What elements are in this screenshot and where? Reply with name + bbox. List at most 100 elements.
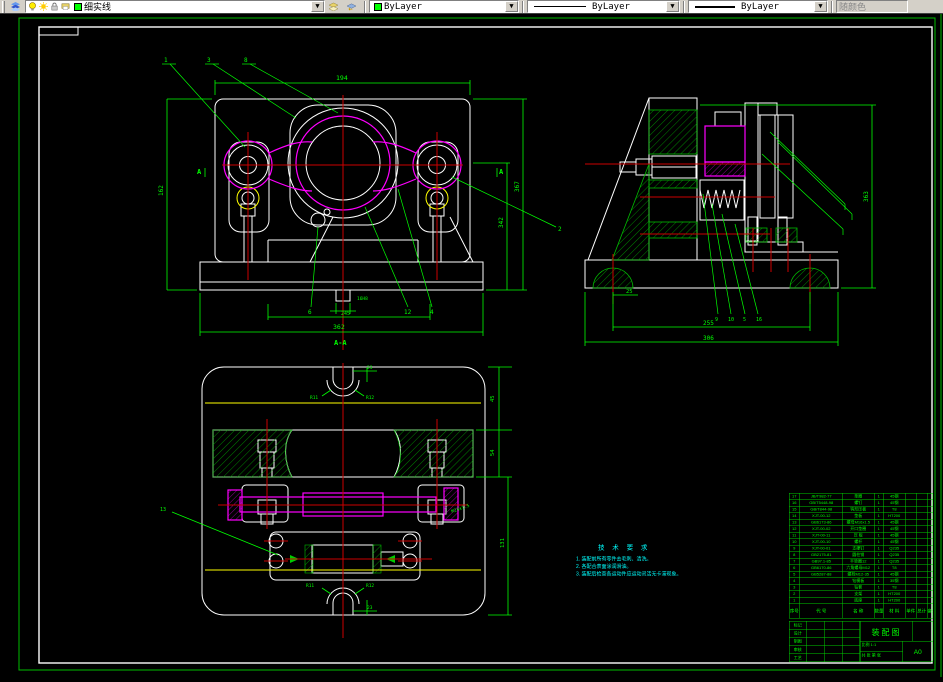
bom-cell-w2	[917, 578, 928, 584]
bom-cell-code: GB6170-86	[800, 565, 843, 571]
bom-cell-remark	[928, 572, 933, 578]
bom-cell-remark	[928, 585, 933, 591]
bom-cell-remark	[928, 539, 933, 545]
section-letter-left: A	[197, 168, 202, 176]
bom-cell-no: 15	[790, 506, 800, 513]
signature-cell	[843, 653, 860, 662]
bom-cell-no: 3	[790, 584, 800, 591]
sheet-size: A0	[902, 641, 933, 662]
tech-req-item: 3. 装配后检查各运动件应运动灵活无卡滞现象。	[576, 571, 682, 578]
color-combo[interactable]: ByLayer ▼	[369, 0, 519, 13]
layer-manager-button[interactable]	[7, 0, 25, 13]
bom-cell-material: 45钢	[884, 539, 906, 545]
bom-cell-w1	[906, 506, 917, 513]
layer-combo-arrow[interactable]: ▼	[311, 1, 324, 12]
bom-cell-material: HT200	[884, 513, 906, 519]
tech-req-item: 2. 各配合表面涂润滑油。	[576, 564, 632, 570]
plan-view: 45 54 131 23 23 R11 R12 R11 R12 13 M24x1…	[160, 363, 512, 638]
bom-cell-qty: 1	[875, 552, 884, 558]
dim-362: 362	[333, 323, 345, 331]
bom-cell-name: 圆柱销	[843, 552, 875, 558]
bom-cell-no: 17	[790, 493, 800, 500]
drawing-title: 装配图	[871, 628, 902, 637]
bom-cell-qty: 1	[875, 597, 884, 604]
bom-cell-qty: 1	[875, 519, 884, 526]
layer-previous-icon	[346, 3, 356, 11]
bom-cell-qty: 1	[875, 578, 884, 584]
bom-cell-material: 45钢	[884, 532, 906, 539]
signature-label: 工艺	[790, 653, 807, 662]
toolbar-grip[interactable]	[2, 0, 5, 13]
bom-cell-code: JB/T982-77	[800, 493, 843, 500]
signature-cell	[843, 629, 860, 638]
radius-bottom-left: R11	[306, 583, 314, 589]
signature-cell	[807, 629, 825, 638]
bom-cell-no: 12	[790, 526, 800, 532]
make-layer-current-button[interactable]	[325, 0, 343, 13]
bom-cell-w1	[906, 513, 917, 519]
bom-row: 12 XJT-00-02 开口垫圈 1 45钢	[789, 525, 933, 532]
bom-cell-w2	[917, 532, 928, 539]
bom-cell-code: GB/T844-98	[800, 506, 843, 513]
bom-header-w1: 单件	[906, 604, 917, 618]
bom-row: 16 GB/T5448-98 螺钉 1 45钢	[789, 499, 933, 506]
bom-cell-remark	[928, 513, 933, 519]
bom-cell-name: 螺栓M12-35	[843, 571, 875, 578]
bom-cell-no: 4	[790, 578, 800, 584]
bom-cell-code: GB97.1-85	[800, 558, 843, 565]
bom-row: 5 GB5287-88 螺栓M12-35 1 45钢	[789, 571, 933, 578]
signature-label: 标记	[790, 621, 807, 630]
lineweight-combo-arrow[interactable]: ▼	[814, 1, 827, 12]
bom-row: 3 钻套 1 T8	[789, 584, 933, 591]
bom-row: 10 XJT-00-10 螺杆 1 45钢	[789, 538, 933, 545]
dim-162: 162	[158, 185, 165, 196]
layer-combo[interactable]: 细实线 ▼	[25, 0, 325, 13]
bom-cell-w2	[917, 506, 928, 513]
signature-grid: 标记 设计 制图 审核 工艺	[789, 621, 861, 662]
toolbar-separator4	[831, 0, 833, 13]
signature-cell	[843, 645, 860, 654]
lineweight-combo[interactable]: ByLayer ▼	[688, 0, 828, 13]
signature-cell	[843, 621, 860, 630]
bom-cell-code	[800, 597, 843, 604]
bom-cell-name: 钩形压板	[843, 506, 875, 513]
layer-previous-button[interactable]	[343, 0, 361, 13]
bom-cell-w1	[906, 519, 917, 526]
bom-cell-code: XJT-00-11	[800, 532, 843, 539]
bom-cell-no: 9	[790, 545, 800, 552]
bom-cell-w2	[917, 584, 928, 591]
signature-label: 审核	[790, 645, 807, 654]
linetype-combo[interactable]: ByLayer ▼	[527, 0, 680, 13]
linetype-combo-arrow[interactable]: ▼	[666, 1, 679, 12]
bom-cell-name: 钻模板	[843, 578, 875, 584]
bom-row: 11 XJT-00-11 压 板 1 45钢	[789, 532, 933, 539]
bom-cell-remark	[928, 500, 933, 506]
layer-combo-value: 细实线	[84, 3, 112, 13]
dim-45: 45	[490, 395, 496, 402]
balloon-5: 5	[743, 317, 746, 323]
bom-cell-material: 45钢	[884, 493, 906, 500]
tech-req-title: 技 术 要 求	[598, 543, 651, 552]
bom-cell-remark	[928, 507, 933, 513]
dim-342: 342	[498, 217, 505, 228]
bom-cell-material: Q235	[884, 545, 906, 552]
bom-cell-remark	[928, 598, 933, 604]
bom-header-material: 材 料	[884, 604, 906, 618]
balloon-12: 12	[404, 309, 412, 316]
bom-cell-code	[800, 578, 843, 584]
bom-cell-code: GB5287-88	[800, 571, 843, 578]
front-leaders	[162, 63, 557, 308]
linetype-sample	[534, 6, 586, 7]
color-combo-value: ByLayer	[384, 1, 422, 12]
bom-row: 2 支架 1 HT200	[789, 590, 933, 597]
bom-header-qty: 数量	[875, 604, 884, 618]
color-combo-arrow[interactable]: ▼	[505, 1, 518, 12]
bom-cell-code	[800, 584, 843, 591]
bom-cell-w1	[906, 565, 917, 571]
bom-cell-name: 底座	[843, 597, 875, 604]
bom-cell-remark	[928, 591, 933, 597]
bom-cell-w2	[917, 591, 928, 597]
dim-367: 367	[514, 181, 521, 192]
lineweight-combo-value: ByLayer	[741, 1, 779, 12]
bom-cell-w1	[906, 532, 917, 539]
